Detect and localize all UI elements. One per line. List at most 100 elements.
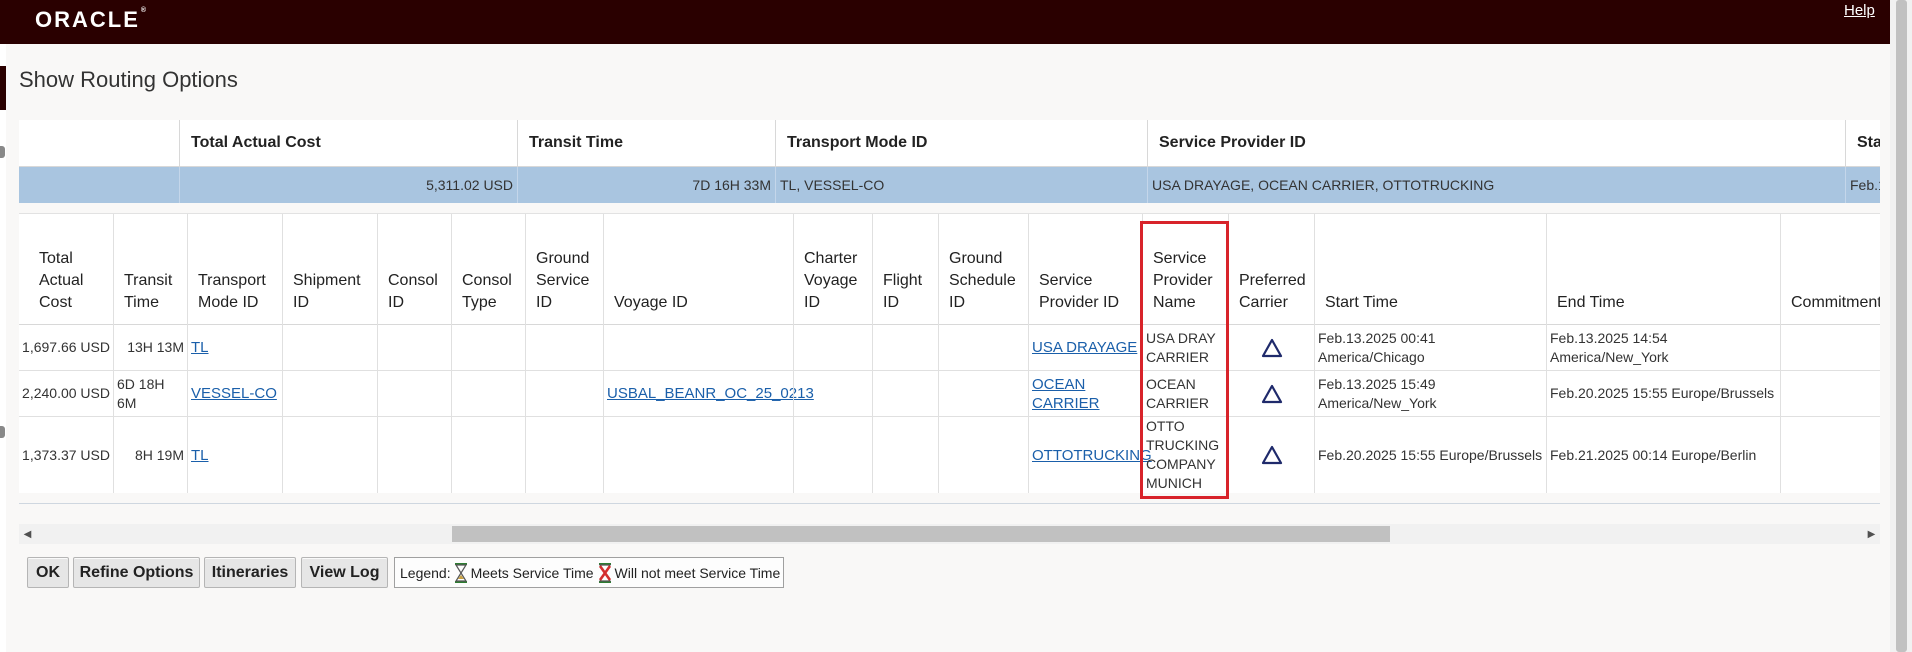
view-log-button[interactable]: View Log [301,557,388,588]
cell-preferred-carrier [1228,417,1314,493]
header-total-actual-cost[interactable]: Total Actual Cost [19,214,113,325]
voyage-link[interactable]: USBAL_BEANR_OC_25_0213 [607,384,814,403]
summary-cell-service-provider: USA DRAYAGE, OCEAN CARRIER, OTTOTRUCKING [1147,167,1845,203]
header-transport-mode-id[interactable]: Transport Mode ID [187,214,282,325]
transport-mode-link[interactable]: TL [191,338,209,357]
cell-charter-voyage-id [793,417,872,493]
table-row[interactable]: 2,240.00 USD 6D 18H 6M VESSEL-CO USBAL_B… [19,371,1880,417]
header-shipment-id[interactable]: Shipment ID [282,214,377,325]
cell-total-cost: 1,697.66 USD [22,339,110,355]
oracle-logo: ORACLE® [35,7,147,32]
table-row[interactable]: 1,373.37 USD 8H 19M TL OTTOTRUCKING OTTO… [19,417,1880,493]
service-provider-link[interactable]: OTTOTRUCKING [1032,446,1152,465]
transport-mode-link[interactable]: TL [191,446,209,465]
left-edge-marker [0,426,5,438]
ok-button[interactable]: OK [27,557,69,588]
cell-end-time: Feb.13.2025 14:54 America/New_York [1546,325,1780,370]
cell-service-provider-name: OCEAN CARRIER [1142,371,1228,416]
cell-flight-id [872,371,938,416]
header-consol-type[interactable]: Consol Type [451,214,525,325]
legend: Legend: Meets Service Time Will not meet… [394,557,784,588]
vertical-scrollbar-thumb[interactable] [1896,0,1907,652]
scroll-left-arrow-icon[interactable]: ◀ [19,524,36,544]
itineraries-button[interactable]: Itineraries [204,557,296,588]
hourglass-red-icon [598,562,611,583]
cell-transport-mode: VESSEL-CO [187,371,282,416]
cell-transit-time: 13H 13M [113,325,187,370]
transport-mode-link[interactable]: VESSEL-CO [191,384,277,403]
summary-cell-blank [19,167,179,203]
summary-header-transport-mode[interactable]: Transport Mode ID [775,120,1147,166]
legend-meets-text: Meets Service Time [470,564,594,581]
cell-ground-schedule-id [938,371,1028,416]
summary-header-service-provider[interactable]: Service Provider ID [1147,120,1845,166]
horizontal-scrollbar-thumb[interactable] [452,526,1390,542]
cell-ground-schedule-id [938,325,1028,370]
legend-not-meet-text: Will not meet Service Time [614,564,781,581]
summary-header-total-cost[interactable]: Total Actual Cost [179,120,517,166]
cell-consol-id [377,371,451,416]
header-charter-voyage-id[interactable]: Charter Voyage ID [793,214,872,325]
page-title: Show Routing Options [19,67,238,92]
header-commitment-allocation[interactable]: Commitment Allocation [1780,214,1880,325]
header-transit-time[interactable]: Transit Time [113,214,187,325]
cell-consol-type [451,417,525,493]
summary-header-transit-time[interactable]: Transit Time [517,120,775,166]
routing-detail-table: Total Actual Cost Transit Time Transport… [19,213,1880,493]
header-consol-id[interactable]: Consol ID [377,214,451,325]
header-ground-schedule-id[interactable]: Ground Schedule ID [938,214,1028,325]
legend-label: Legend: [400,564,451,581]
triangle-outline-icon[interactable] [1261,384,1283,404]
left-accent [0,66,6,110]
header-end-time[interactable]: End Time [1546,214,1780,325]
detail-header-row: Total Actual Cost Transit Time Transport… [19,214,1880,325]
summary-cell-transport-mode: TL, VESSEL-CO [775,167,1147,203]
table-divider [19,503,1880,504]
service-provider-link[interactable]: USA DRAYAGE [1032,338,1137,357]
header-flight-id[interactable]: Flight ID [872,214,938,325]
cell-ground-service-id [525,325,603,370]
cell-service-provider-id: OTTOTRUCKING [1028,417,1152,493]
cell-transit-time: 8H 19M [113,417,187,493]
cell-start-time: Feb.20.2025 15:55 Europe/Brussels [1314,417,1546,493]
cell-transport-mode: TL [187,417,282,493]
cell-service-provider-id: OCEAN CARRIER [1028,371,1142,416]
cell-total-cost: 2,240.00 USD [22,385,110,401]
header-preferred-carrier[interactable]: Preferred Carrier [1228,214,1314,325]
refine-options-button[interactable]: Refine Options [73,557,200,588]
scroll-right-arrow-icon[interactable]: ▶ [1863,524,1880,544]
header-ground-service-id[interactable]: Ground Service ID [525,214,603,325]
cell-total-cost: 1,373.37 USD [22,446,110,463]
header-service-provider-id[interactable]: Service Provider ID [1028,214,1142,325]
cell-shipment-id [282,325,377,370]
cell-end-time: Feb.21.2025 00:14 Europe/Berlin [1546,417,1780,493]
help-link[interactable]: Help [1844,2,1875,19]
cell-start-time: Feb.13.2025 15:49 America/New_York [1314,371,1546,416]
cell-consol-type [451,325,525,370]
summary-header-blank [19,120,179,166]
cell-consol-id [377,325,451,370]
header-start-time[interactable]: Start Time [1314,214,1546,325]
cell-voyage-id: USBAL_BEANR_OC_25_0213 [603,371,814,416]
cell-transport-mode: TL [187,325,282,370]
cell-ground-service-id [525,417,603,493]
vertical-scrollbar[interactable] [1890,0,1912,652]
summary-selected-row[interactable]: 5,311.02 USD 7D 16H 33M TL, VESSEL-CO US… [19,167,1880,203]
summary-cell-transit-time: 7D 16H 33M [517,167,775,203]
cell-start-time: Feb.13.2025 00:41 America/Chicago [1314,325,1546,370]
service-provider-link[interactable]: OCEAN CARRIER [1032,375,1139,413]
cell-consol-id [377,417,451,493]
hourglass-green-icon [454,562,467,583]
cell-flight-id [872,417,938,493]
header-service-provider-name[interactable]: Service Provider Name [1142,214,1228,325]
cell-consol-type [451,371,525,416]
horizontal-scrollbar[interactable]: ◀ ▶ [19,524,1880,544]
triangle-outline-icon[interactable] [1261,338,1283,358]
header-voyage-id[interactable]: Voyage ID [603,214,793,325]
cell-commitment-allocation [1780,325,1880,370]
table-row[interactable]: 1,697.66 USD 13H 13M TL USA DRAYAGE USA … [19,325,1880,371]
cell-ground-service-id [525,371,603,416]
cell-service-provider-name: USA DRAY CARRIER [1142,325,1228,370]
triangle-outline-icon[interactable] [1261,445,1283,465]
summary-header-start[interactable]: Star [1845,120,1880,166]
